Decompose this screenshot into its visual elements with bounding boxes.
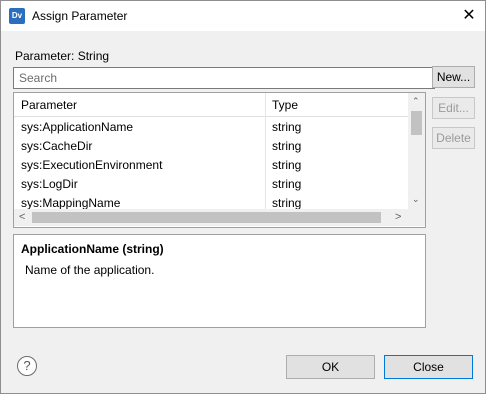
parameter-type-cell: string bbox=[272, 139, 302, 153]
parameter-type-cell: string bbox=[272, 177, 302, 191]
table-row[interactable]: sys:ExecutionEnvironment string bbox=[14, 155, 408, 174]
table-row[interactable]: sys:LogDir string bbox=[14, 174, 408, 193]
vertical-scroll-thumb[interactable] bbox=[411, 111, 422, 135]
table-row[interactable]: sys:CacheDir string bbox=[14, 136, 408, 155]
scroll-right-icon[interactable]: > bbox=[395, 211, 401, 223]
parameter-type-label: Parameter: String bbox=[15, 49, 110, 63]
description-panel: ApplicationName (string) Name of the app… bbox=[13, 234, 426, 328]
parameter-name-cell: sys:ApplicationName bbox=[21, 120, 134, 134]
parameter-name-cell: sys:ExecutionEnvironment bbox=[21, 158, 163, 172]
scroll-left-icon[interactable]: < bbox=[19, 211, 25, 223]
parameter-type-cell: string bbox=[272, 158, 302, 172]
vertical-scrollbar[interactable]: ⌃ ⌄ bbox=[408, 93, 425, 209]
close-window-icon[interactable]: ✕ bbox=[459, 6, 479, 26]
scroll-down-icon[interactable]: ⌄ bbox=[412, 194, 420, 205]
parameter-type-cell: string bbox=[272, 196, 302, 210]
assign-parameter-dialog: Dv Assign Parameter ✕ Parameter: String … bbox=[0, 0, 486, 394]
close-button[interactable]: Close bbox=[384, 355, 473, 379]
dialog-title: Assign Parameter bbox=[32, 9, 128, 23]
parameter-name-cell: sys:MappingName bbox=[21, 196, 121, 210]
new-button[interactable]: New... bbox=[432, 66, 475, 88]
horizontal-scrollbar[interactable]: < > bbox=[14, 209, 408, 226]
help-icon[interactable]: ? bbox=[17, 356, 37, 376]
delete-button[interactable]: Delete bbox=[432, 127, 475, 149]
description-title: ApplicationName (string) bbox=[21, 242, 164, 256]
edit-button[interactable]: Edit... bbox=[432, 97, 475, 119]
column-header-parameter[interactable]: Parameter bbox=[21, 98, 77, 112]
description-body: Name of the application. bbox=[25, 263, 155, 277]
parameter-name-cell: sys:LogDir bbox=[21, 177, 78, 191]
column-header-type[interactable]: Type bbox=[272, 98, 298, 112]
parameter-type-cell: string bbox=[272, 120, 302, 134]
horizontal-scroll-thumb[interactable] bbox=[32, 212, 381, 223]
scrollbar-corner bbox=[408, 209, 425, 226]
title-bar: Dv Assign Parameter ✕ bbox=[1, 1, 485, 31]
table-header: Parameter Type bbox=[14, 93, 408, 117]
parameter-table: Parameter Type sys:ApplicationName strin… bbox=[13, 92, 426, 228]
ok-button[interactable]: OK bbox=[286, 355, 375, 379]
scroll-up-icon[interactable]: ⌃ bbox=[412, 96, 420, 107]
parameter-name-cell: sys:CacheDir bbox=[21, 139, 93, 153]
app-logo-icon: Dv bbox=[9, 8, 25, 24]
search-input[interactable] bbox=[13, 67, 435, 89]
table-row[interactable]: sys:ApplicationName string bbox=[14, 117, 408, 136]
